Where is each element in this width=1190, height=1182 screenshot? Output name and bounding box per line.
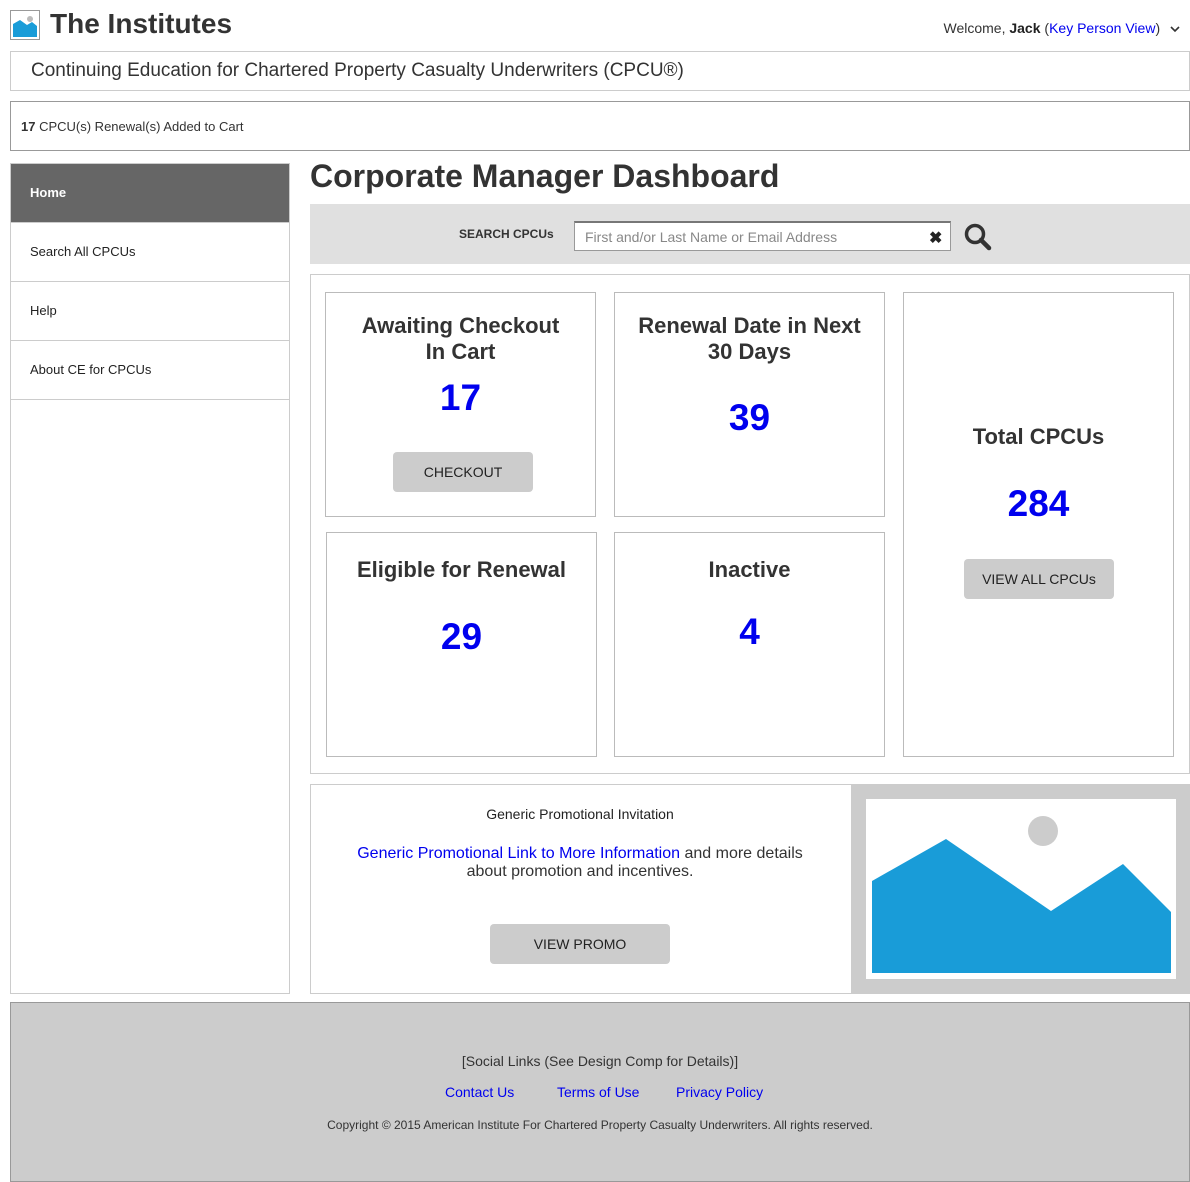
cart-count: 17 bbox=[21, 119, 36, 134]
card-title: Inactive bbox=[708, 557, 791, 582]
card-title: Awaiting Checkout In Cart bbox=[326, 313, 595, 365]
privacy-policy-link[interactable]: Privacy Policy bbox=[676, 1084, 763, 1100]
paren-close: ) bbox=[1155, 20, 1161, 36]
terms-of-use-link[interactable]: Terms of Use bbox=[557, 1084, 639, 1100]
card-title: Eligible for Renewal bbox=[356, 557, 567, 582]
card-title-line2: 30 Days bbox=[707, 339, 792, 364]
cart-notice: 17 CPCU(s) Renewal(s) Added to Cart bbox=[10, 101, 1190, 151]
promo-link[interactable]: Generic Promotional Link to More Informa… bbox=[357, 845, 680, 862]
card-title-line1: Renewal Date in Next bbox=[638, 313, 861, 338]
sidebar-item-help[interactable]: Help bbox=[11, 282, 289, 341]
view-promo-button[interactable]: VIEW PROMO bbox=[490, 924, 670, 964]
welcome-prefix: Welcome, bbox=[943, 20, 1010, 36]
card-awaiting-checkout: Awaiting Checkout In Cart 17 CHECKOUT bbox=[325, 292, 596, 517]
renewal-next-count: 39 bbox=[728, 397, 771, 438]
promo-section: Generic Promotional Invitation Generic P… bbox=[310, 784, 1190, 994]
search-input[interactable] bbox=[574, 221, 951, 251]
card-renewal-next-30: Renewal Date in Next 30 Days 39 bbox=[614, 292, 885, 517]
total-count: 284 bbox=[1007, 483, 1070, 524]
sidebar-item-home[interactable]: Home bbox=[11, 164, 289, 223]
card-title-line1: Awaiting Checkout bbox=[361, 313, 560, 338]
promo-image bbox=[851, 785, 1190, 993]
chevron-down-icon[interactable] bbox=[1170, 20, 1180, 36]
card-title: Total CPCUs bbox=[972, 424, 1105, 449]
logo-icon bbox=[10, 10, 40, 40]
search-bar: SEARCH CPCUs ✖ bbox=[310, 204, 1190, 264]
cart-message: 17 CPCU(s) Renewal(s) Added to Cart bbox=[21, 119, 244, 134]
clear-icon[interactable]: ✖ bbox=[929, 228, 942, 248]
promo-heading: Generic Promotional Invitation bbox=[486, 806, 674, 822]
subtitle-bar: Continuing Education for Chartered Prope… bbox=[10, 51, 1190, 91]
copyright: Copyright © 2015 American Institute For … bbox=[327, 1118, 873, 1132]
inactive-count: 4 bbox=[739, 611, 760, 652]
dashboard-cards: Awaiting Checkout In Cart 17 CHECKOUT Re… bbox=[310, 274, 1190, 774]
key-person-view-link[interactable]: Key Person View bbox=[1049, 20, 1155, 36]
footer: [Social Links (See Design Comp for Detai… bbox=[10, 1002, 1190, 1182]
paren-open: ( bbox=[1040, 20, 1050, 36]
brand-title: The Institutes bbox=[50, 8, 233, 39]
search-icon[interactable] bbox=[963, 222, 993, 252]
page-subtitle: Continuing Education for Chartered Prope… bbox=[31, 60, 684, 81]
social-links: [Social Links (See Design Comp for Detai… bbox=[461, 1053, 739, 1069]
card-title-line2: In Cart bbox=[425, 339, 496, 364]
cart-message-text: CPCU(s) Renewal(s) Added to Cart bbox=[35, 119, 244, 134]
eligible-count: 29 bbox=[440, 616, 483, 657]
sidebar: Home Search All CPCUs Help About CE for … bbox=[10, 163, 290, 994]
page-title: Corporate Manager Dashboard bbox=[310, 158, 780, 194]
card-title: Renewal Date in Next 30 Days bbox=[615, 313, 884, 365]
contact-us-link[interactable]: Contact Us bbox=[445, 1084, 514, 1100]
sidebar-item-search-all[interactable]: Search All CPCUs bbox=[11, 223, 289, 282]
checkout-button[interactable]: CHECKOUT bbox=[393, 452, 533, 492]
card-inactive: Inactive 4 bbox=[614, 532, 885, 757]
awaiting-count: 17 bbox=[439, 377, 482, 418]
welcome-area: Welcome, Jack (Key Person View) bbox=[943, 20, 1180, 36]
promo-text: Generic Promotional Link to More Informa… bbox=[351, 845, 809, 881]
card-total-cpcus: Total CPCUs 284 VIEW ALL CPCUs bbox=[903, 292, 1174, 757]
view-all-cpcus-button[interactable]: VIEW ALL CPCUs bbox=[964, 559, 1114, 599]
user-name: Jack bbox=[1009, 20, 1041, 36]
sidebar-item-about[interactable]: About CE for CPCUs bbox=[11, 341, 289, 400]
card-eligible-renewal: Eligible for Renewal 29 bbox=[326, 532, 597, 757]
search-label: SEARCH CPCUs bbox=[459, 227, 554, 241]
